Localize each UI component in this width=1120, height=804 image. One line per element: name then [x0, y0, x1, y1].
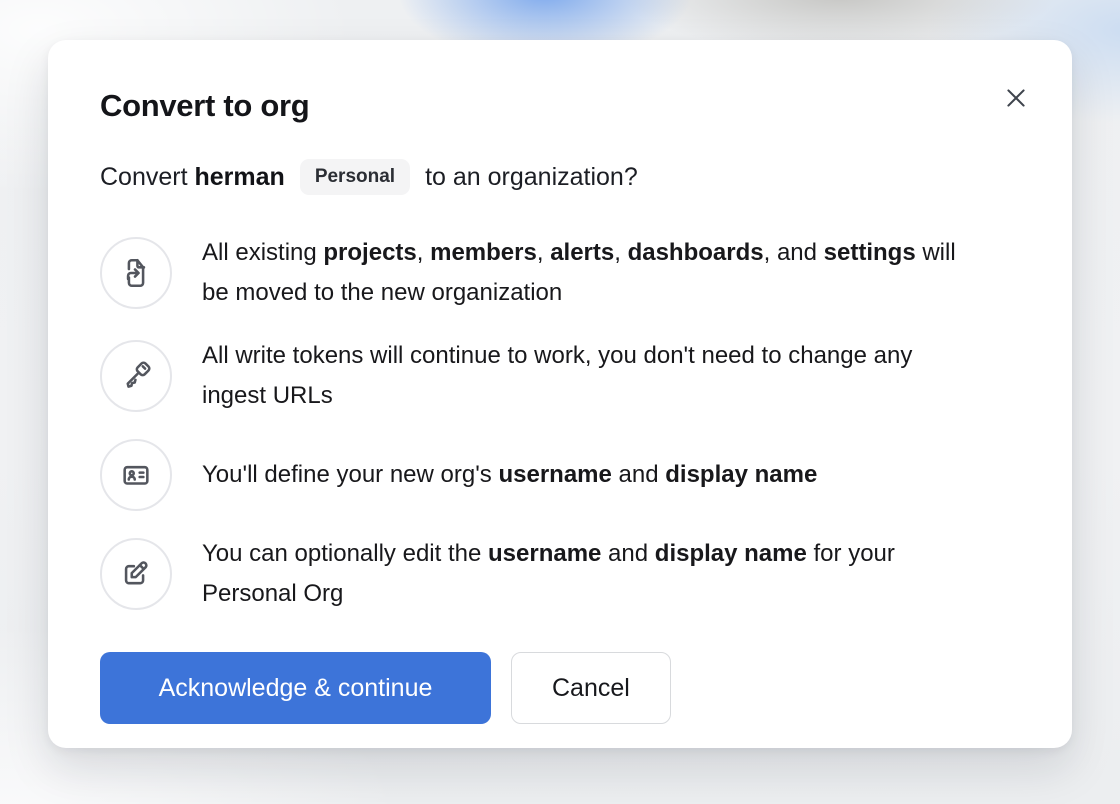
cancel-button[interactable]: Cancel: [511, 652, 671, 724]
personal-badge: Personal: [300, 159, 410, 195]
close-icon: [1003, 85, 1029, 111]
info-list: All existing projects, members, alerts, …: [100, 233, 1020, 614]
key-icon: [100, 340, 172, 412]
list-item-text: All write tokens will continue to work, …: [202, 336, 982, 416]
dialog-title: Convert to org: [100, 88, 1020, 124]
list-item: All write tokens will continue to work, …: [100, 336, 1020, 416]
dialog-question: Convert herman Personal to an organizati…: [100, 159, 1020, 195]
close-button[interactable]: [994, 76, 1038, 120]
list-item-text: All existing projects, members, alerts, …: [202, 233, 982, 313]
file-move-icon: [100, 237, 172, 309]
org-username: herman: [195, 163, 285, 191]
list-item-text: You can optionally edit the username and…: [202, 534, 982, 614]
list-item: You can optionally edit the username and…: [100, 534, 1020, 614]
edit-icon: [100, 538, 172, 610]
list-item: All existing projects, members, alerts, …: [100, 233, 1020, 313]
dialog-actions: Acknowledge & continue Cancel: [100, 652, 1020, 724]
convert-to-org-dialog: Convert to org Convert herman Personal t…: [48, 40, 1072, 748]
acknowledge-continue-button[interactable]: Acknowledge & continue: [100, 652, 491, 724]
list-item-text: You'll define your new org's username an…: [202, 455, 817, 495]
id-card-icon: [100, 439, 172, 511]
question-prefix: Convert herman: [100, 163, 285, 192]
list-item: You'll define your new org's username an…: [100, 439, 1020, 511]
question-suffix: to an organization?: [425, 163, 638, 192]
